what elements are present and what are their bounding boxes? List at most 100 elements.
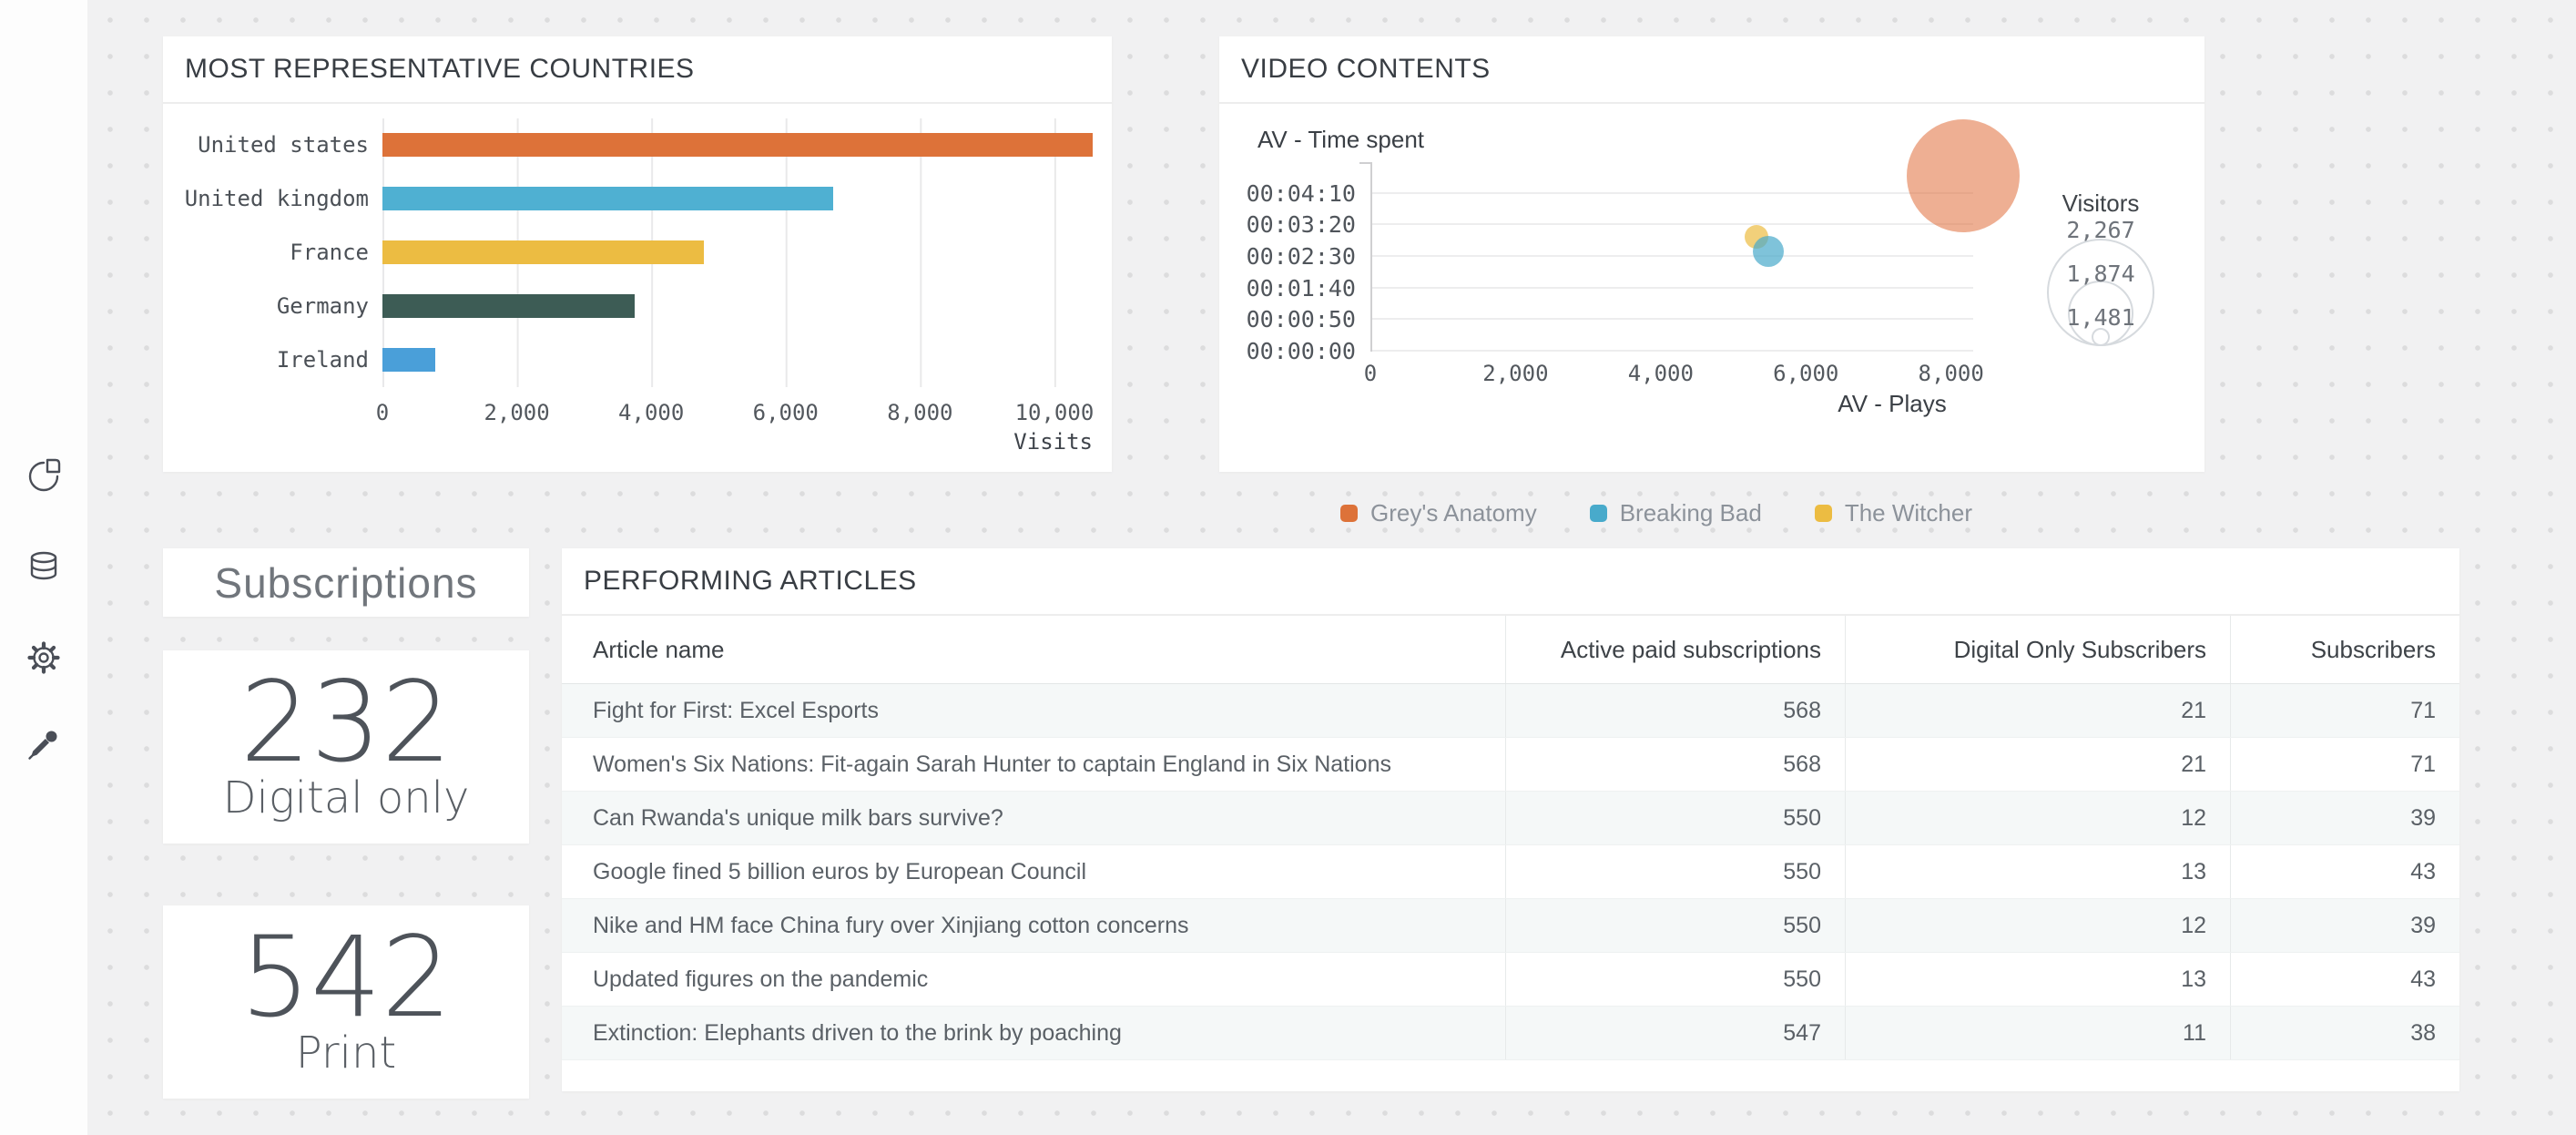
value-cell: 38 [2230,1007,2459,1059]
subscriptions-title-card: Subscriptions [163,548,529,617]
value-cell: 550 [1505,845,1845,898]
table-row: Women's Six Nations: Fit-again Sarah Hun… [562,738,2459,792]
axis-tick-label: 0 [1364,361,1377,386]
value-cell: 12 [1845,792,2230,844]
value-cell: 71 [2230,684,2459,737]
value-cell: 71 [2230,738,2459,791]
y-axis-tick-label: 00:00:50 [1219,306,1356,332]
legend-swatch-icon [1340,505,1358,522]
value-cell: 21 [1845,684,2230,737]
articles-table: Article nameActive paid subscriptionsDig… [562,616,2459,1060]
article-name-cell: Updated figures on the pandemic [562,953,1505,1006]
size-legend-circles: 2,267 1,874 1,481 [2021,224,2181,346]
y-axis-tick-label: 00:02:30 [1219,243,1356,270]
size-legend-value: 2,267 [2021,217,2181,243]
column-header: Digital Only Subscribers [1845,616,2230,683]
pie-chart-icon[interactable] [25,458,62,495]
sidebar [0,0,87,1135]
axis-tick-label: 2,000 [484,400,549,425]
value-cell: 550 [1505,792,1845,844]
legend-item-grey-s-anatomy[interactable]: Grey's Anatomy [1340,499,1537,527]
size-legend-circle-small [2092,328,2110,346]
table-row: Nike and HM face China fury over Xinjian… [562,899,2459,953]
bubble-breaking-bad[interactable] [1753,236,1784,267]
size-legend-value: 1,481 [2021,304,2181,331]
axis-tick-label: 6,000 [753,400,819,425]
article-name-cell: Women's Six Nations: Fit-again Sarah Hun… [562,738,1505,791]
countries-chart-card: MOST REPRESENTATIVE COUNTRIES United sta… [163,36,1112,472]
articles-card-title: PERFORMING ARTICLES [562,548,2459,616]
article-name-cell: Nike and HM face China fury over Xinjian… [562,899,1505,952]
value-cell: 550 [1505,953,1845,1006]
value-cell: 21 [1845,738,2230,791]
legend-label: Breaking Bad [1620,499,1762,527]
value-cell: 43 [2230,845,2459,898]
bar-x-axis-ticks: 02,0004,0006,0008,00010,000 [382,400,1093,429]
digital-only-metric-card: 232 Digital only [163,650,529,844]
bubble-grey-s-anatomy[interactable] [1907,119,2020,232]
table-row: Fight for First: Excel Esports5682171 [562,684,2459,738]
gridline [1372,192,1973,194]
settings-gear-icon[interactable] [25,639,62,676]
value-cell: 12 [1845,899,2230,952]
axis-tick-label: 0 [376,400,389,425]
digital-only-label: Digital only [223,772,470,823]
bar-category-label: Germany [163,280,369,333]
axis-tick-label: 4,000 [618,400,684,425]
video-bubble-chart: AV - Time spent 00:00:0000:00:5000:01:40… [1219,104,2204,472]
value-cell: 568 [1505,684,1845,737]
countries-bar-chart: United statesUnited kingdomFranceGermany… [163,104,1112,472]
bar-france[interactable] [382,240,704,264]
axis-tick-label: 2,000 [1482,361,1548,386]
article-name-cell: Can Rwanda's unique milk bars survive? [562,792,1505,844]
bar-united-states[interactable] [382,133,1093,157]
table-row: Can Rwanda's unique milk bars survive?55… [562,792,2459,845]
y-axis-tick-label: 00:04:10 [1219,180,1356,207]
bar-category-label: United kingdom [163,172,369,226]
legend-item-the-witcher[interactable]: The Witcher [1815,499,1972,527]
subscriptions-title: Subscriptions [214,558,477,608]
legend-label: Grey's Anatomy [1370,499,1537,527]
dashboard: MOST REPRESENTATIVE COUNTRIES United sta… [0,0,2576,1135]
countries-card-title: MOST REPRESENTATIVE COUNTRIES [163,36,1112,104]
eyedropper-icon[interactable] [25,726,62,762]
bubble-size-legend: Visitors 2,267 1,874 1,481 [2021,189,2181,346]
bar-x-axis-title: Visits [382,429,1093,455]
gridline [1372,255,1973,257]
size-legend-value: 1,874 [2021,261,2181,287]
video-contents-card: VIDEO CONTENTS AV - Time spent 00:00:000… [1219,36,2204,472]
axis-tick-label: 4,000 [1628,361,1694,386]
y-axis-tick-label: 00:01:40 [1219,275,1356,302]
value-cell: 547 [1505,1007,1845,1059]
bar-united-kingdom[interactable] [382,187,833,210]
table-header-row: Article nameActive paid subscriptionsDig… [562,616,2459,684]
value-cell: 43 [2230,953,2459,1006]
legend-swatch-icon [1815,505,1832,522]
y-axis-title: AV - Time spent [1257,126,1424,154]
print-label: Print [296,1028,396,1079]
bubble-x-axis-ticks: 02,0004,0006,0008,000 [1370,361,1971,388]
bar-category-labels: United statesUnited kingdomFranceGermany… [163,118,369,387]
bar-ireland[interactable] [382,348,435,372]
legend-item-breaking-bad[interactable]: Breaking Bad [1590,499,1762,527]
database-icon[interactable] [25,548,62,585]
value-cell: 11 [1845,1007,2230,1059]
gridline [1372,223,1973,225]
bar-category-label: United states [163,118,369,172]
bar-germany[interactable] [382,294,635,318]
digital-only-value: 232 [240,670,453,776]
article-name-cell: Extinction: Elephants driven to the brin… [562,1007,1505,1059]
gridline [1372,287,1973,289]
axis-tick-label: 8,000 [1919,361,1984,386]
bar-category-label: Ireland [163,333,369,387]
table-row: Extinction: Elephants driven to the brin… [562,1007,2459,1060]
column-header: Subscribers [2230,616,2459,683]
performing-articles-card: PERFORMING ARTICLES Article nameActive p… [562,548,2459,1091]
value-cell: 568 [1505,738,1845,791]
article-name-cell: Fight for First: Excel Esports [562,684,1505,737]
column-header: Article name [562,616,1505,683]
legend-label: The Witcher [1845,499,1972,527]
bar-category-label: France [163,226,369,280]
y-axis-tick-label: 00:03:20 [1219,211,1356,238]
gridline [1372,350,1973,352]
